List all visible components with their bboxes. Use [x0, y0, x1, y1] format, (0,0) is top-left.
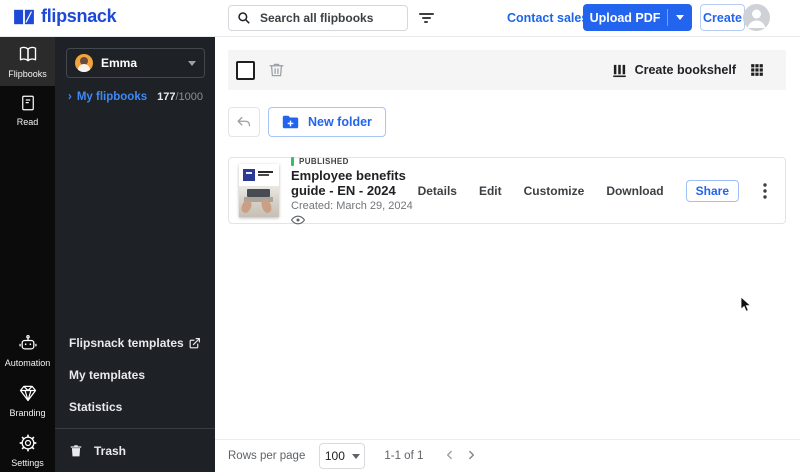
flipbook-title[interactable]: Employee benefits guide - EN - 2024 — [291, 168, 418, 198]
flipsnack-app: flipsnack Contact sales Upload PDF Creat… — [0, 0, 800, 472]
external-link-icon — [188, 337, 201, 350]
sidebar-item-my-templates[interactable]: My templates — [55, 359, 215, 391]
account-avatar — [75, 54, 93, 72]
pagination-footer: Rows per page 100 1-1 of 1 — [215, 439, 800, 472]
my-templates-label: My templates — [69, 368, 146, 382]
nav-label: Flipbooks — [8, 69, 47, 79]
back-arrow-icon — [237, 116, 251, 127]
flipbook-info: PUBLISHED Employee benefits guide - EN -… — [291, 156, 418, 225]
status-badge: PUBLISHED — [291, 156, 349, 166]
bookshelf-icon — [612, 63, 627, 78]
read-icon — [19, 94, 37, 112]
search-input[interactable] — [258, 10, 422, 26]
nav-item-settings[interactable]: Settings — [0, 425, 55, 472]
select-all-checkbox[interactable] — [236, 60, 255, 80]
sidebar-divider — [55, 428, 215, 429]
nav-rail: Flipbooks Read Automation Branding Setti… — [0, 36, 55, 472]
automation-robot-icon — [18, 333, 38, 353]
status-label: PUBLISHED — [299, 156, 349, 166]
top-header: flipsnack Contact sales Upload PDF Creat… — [0, 0, 800, 37]
previous-page-button[interactable] — [443, 448, 457, 462]
chevron-down-icon — [351, 453, 360, 459]
sidebar-item-statistics[interactable]: Statistics — [55, 391, 215, 423]
flipsnack-templates-label: Flipsnack templates — [69, 336, 184, 350]
trash-icon — [69, 443, 83, 458]
visibility-eye-icon[interactable] — [291, 215, 305, 225]
rows-per-page-label: Rows per page — [228, 450, 306, 462]
contact-sales-link[interactable]: Contact sales — [507, 11, 588, 25]
flipbook-usage-counter: 177/1000 — [157, 91, 203, 103]
next-page-button[interactable] — [464, 448, 478, 462]
create-bookshelf-button[interactable]: Create bookshelf — [612, 63, 736, 78]
sidebar-item-my-flipbooks[interactable]: › My flipbooks 177/1000 — [55, 91, 215, 103]
create-bookshelf-label: Create bookshelf — [634, 63, 736, 77]
customize-button[interactable]: Customize — [524, 184, 585, 198]
flipbook-thumbnail[interactable] — [239, 164, 279, 217]
share-button[interactable]: Share — [685, 179, 739, 202]
user-avatar[interactable] — [743, 4, 770, 31]
flipbook-row: PUBLISHED Employee benefits guide - EN -… — [228, 156, 786, 225]
sidebar-item-trash[interactable]: Trash — [55, 433, 215, 458]
chevron-down-icon — [676, 15, 684, 20]
create-button[interactable]: Create — [700, 4, 745, 31]
grid-view-icon[interactable] — [750, 63, 764, 77]
settings-gear-icon — [18, 433, 38, 453]
chevron-right-icon: › — [68, 91, 72, 103]
nav-label: Settings — [11, 458, 44, 468]
nav-item-read[interactable]: Read — [0, 86, 55, 134]
statistics-label: Statistics — [69, 400, 123, 414]
rail-spacer — [0, 134, 55, 325]
chevron-down-icon — [188, 60, 196, 66]
published-indicator — [291, 156, 294, 166]
filter-icon[interactable] — [418, 13, 434, 25]
logo-wordmark: flipsnack — [41, 6, 117, 26]
folder-back-button[interactable] — [228, 107, 260, 137]
account-name: Emma — [101, 56, 138, 70]
flipbook-actions: Details Edit Customize Download Share — [418, 179, 785, 202]
new-folder-button[interactable]: New folder — [268, 107, 386, 137]
nav-item-flipbooks[interactable]: Flipbooks — [0, 36, 55, 86]
selection-toolbar: Create bookshelf — [228, 50, 786, 90]
nav-item-branding[interactable]: Branding — [0, 375, 55, 425]
search-box[interactable] — [228, 5, 422, 31]
account-switcher[interactable]: Emma — [66, 48, 205, 78]
rows-per-page-value: 100 — [324, 449, 345, 463]
trash-label: Trash — [94, 443, 127, 458]
branding-gem-icon — [18, 383, 38, 403]
flipbooks-icon — [18, 44, 38, 64]
search-icon — [237, 11, 251, 25]
person-icon — [747, 9, 766, 28]
folder-plus-icon — [282, 115, 299, 129]
upload-pdf-button[interactable]: Upload PDF — [583, 4, 692, 31]
nav-label: Branding — [9, 408, 46, 418]
more-options-icon[interactable] — [761, 182, 769, 199]
upload-pdf-label: Upload PDF — [589, 10, 661, 25]
workspace-sidebar: Emma › My flipbooks 177/1000 Flipsnack t… — [55, 36, 215, 472]
nav-label: Automation — [4, 358, 51, 368]
sidebar-item-flipsnack-templates[interactable]: Flipsnack templates — [55, 327, 215, 359]
rows-per-page-select[interactable]: 100 — [319, 443, 366, 469]
nav-label: Read — [16, 117, 39, 127]
nav-item-automation[interactable]: Automation — [0, 325, 55, 375]
mouse-cursor — [740, 296, 752, 313]
upload-dropdown-toggle[interactable] — [668, 15, 692, 20]
my-flipbooks-label: My flipbooks — [76, 91, 148, 103]
flipbook-created-date: Created: March 29, 2024 — [291, 199, 413, 212]
edit-button[interactable]: Edit — [479, 184, 502, 198]
flipsnack-logo[interactable]: flipsnack — [13, 6, 117, 27]
delete-selected-icon[interactable] — [268, 61, 285, 79]
new-folder-label: New folder — [308, 115, 372, 129]
pagination-range: 1-1 of 1 — [384, 450, 424, 462]
details-button[interactable]: Details — [418, 184, 457, 198]
flipsnack-logo-icon — [13, 8, 35, 26]
download-button[interactable]: Download — [606, 184, 663, 198]
